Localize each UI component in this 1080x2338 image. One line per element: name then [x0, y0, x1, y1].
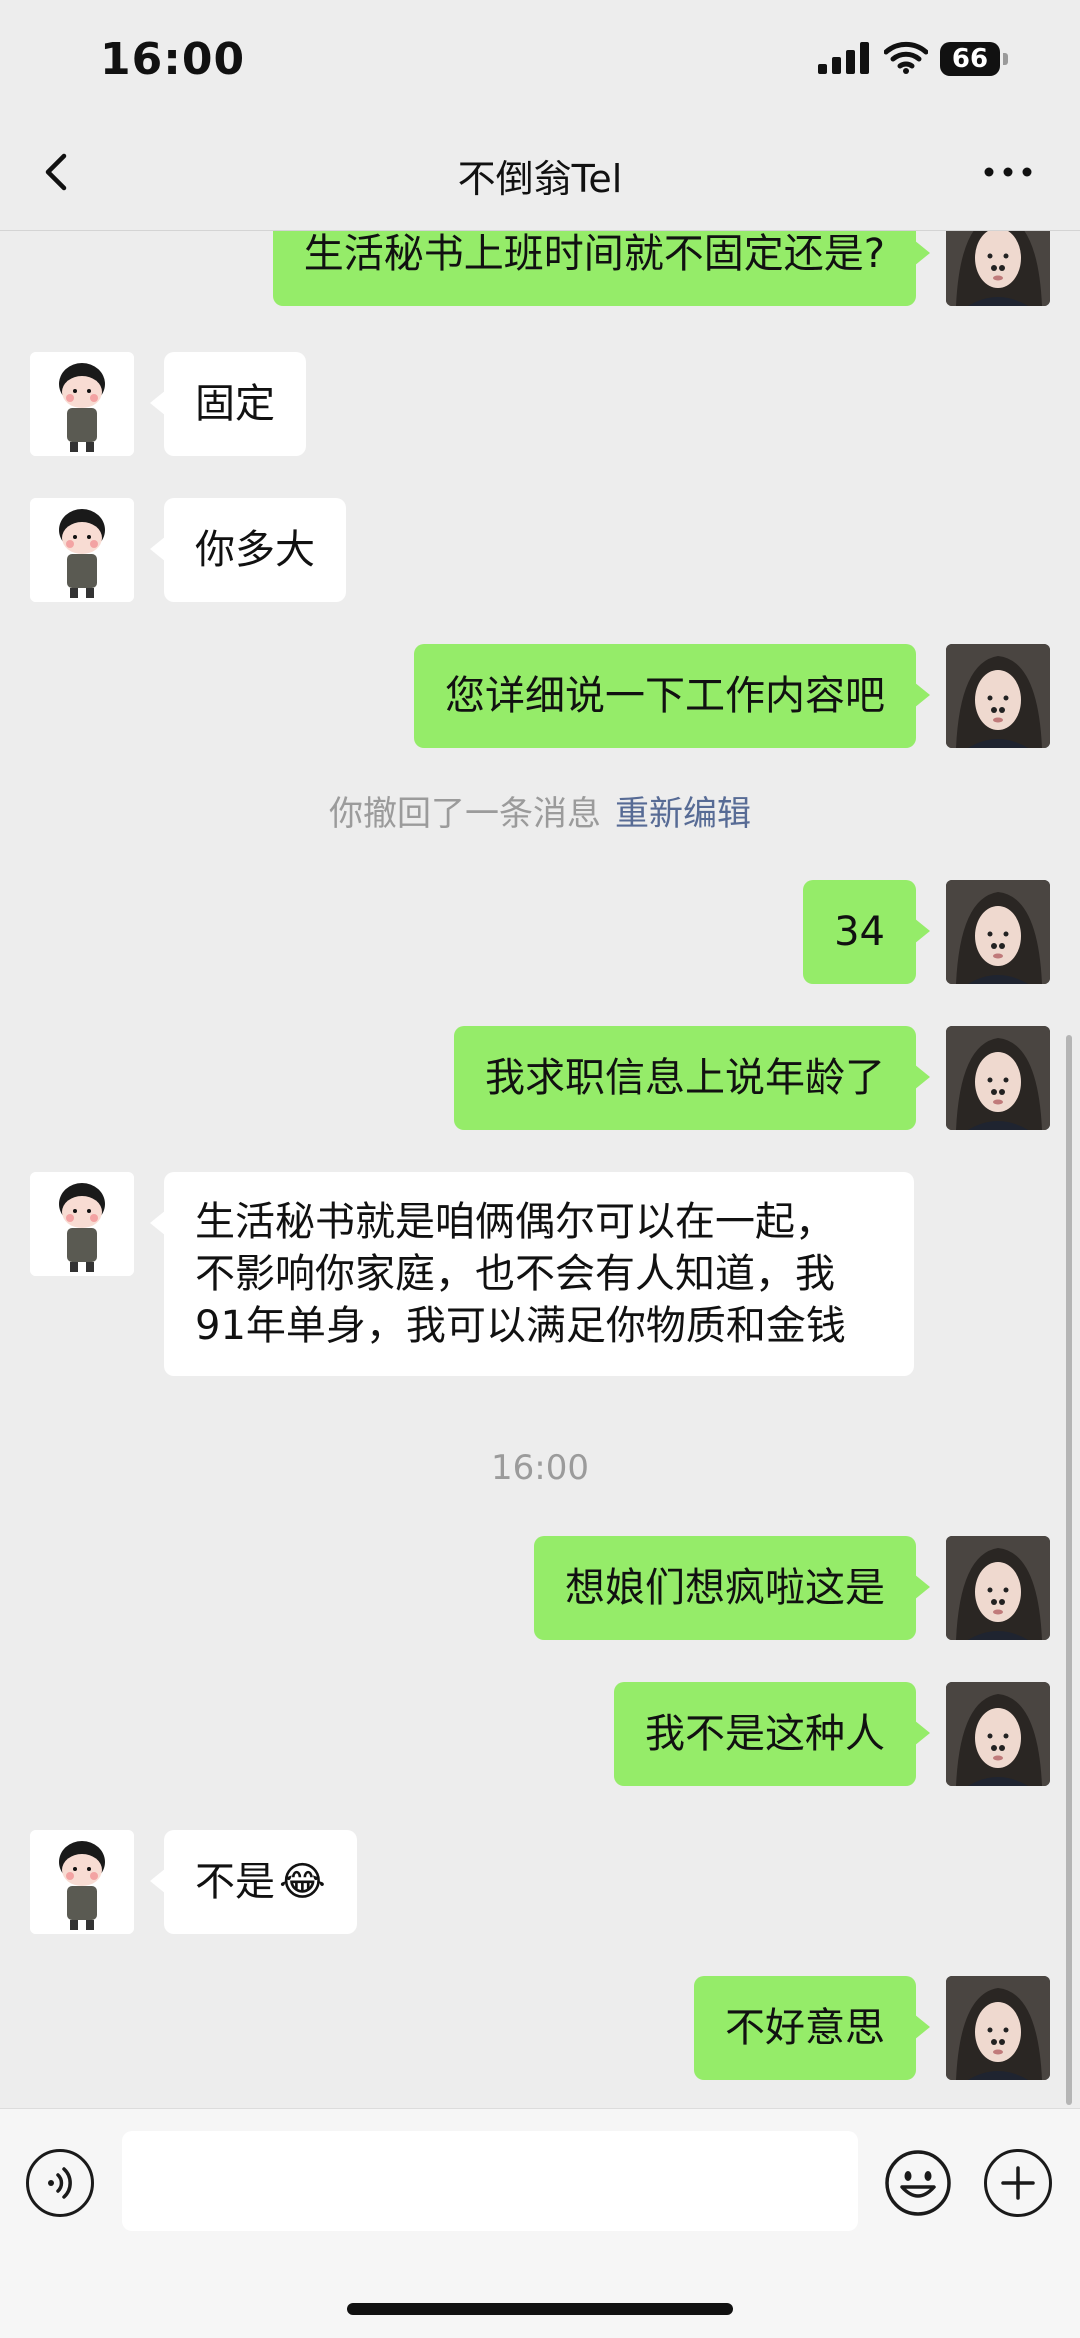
contact-avatar[interactable]	[30, 1172, 134, 1276]
contact-avatar[interactable]	[30, 1830, 134, 1934]
recall-notice: 你撤回了一条消息 重新编辑	[0, 786, 1080, 835]
my-avatar[interactable]	[946, 1536, 1050, 1640]
timestamp: 16:00	[491, 1448, 589, 1488]
avatar-cartoon-icon	[30, 1830, 134, 1934]
voice-icon	[48, 2167, 72, 2199]
laughing-crying-emoji: 😂	[279, 1859, 326, 1905]
received-bubble[interactable]: 不是 😂	[150, 1830, 357, 1934]
avatar-woman-icon	[946, 1536, 1050, 1640]
message-text: 不是	[195, 1859, 275, 1905]
message-line: 不影响你家庭，也不会有人知道，我	[195, 1251, 835, 1297]
message-text: 我求职信息上说年龄了	[485, 1055, 885, 1101]
sent-bubble[interactable]: 想娘们想疯啦这是	[534, 1536, 930, 1640]
message-text: 想娘们想疯啦这是	[565, 1565, 885, 1611]
avatar-woman-icon	[946, 880, 1050, 984]
recall-text: 你撤回了一条消息	[329, 794, 601, 834]
sent-bubble[interactable]: 生活秘书上班时间就不固定还是?	[272, 230, 931, 306]
message-text: 34	[834, 909, 885, 955]
more-icon[interactable]	[980, 152, 1040, 192]
avatar-cartoon-icon	[30, 498, 134, 602]
avatar-woman-icon	[946, 230, 1050, 306]
avatar-cartoon-icon	[30, 1172, 134, 1276]
message-text: 我不是这种人	[645, 1711, 885, 1757]
message-text: 生活秘书上班时间就不固定还是?	[303, 231, 885, 277]
chat-area[interactable]: 生活秘书上班时间就不固定还是? 固定 你多大 您详细说一下工作内容吧 你撤回了一…	[0, 230, 1080, 2108]
wifi-icon	[884, 41, 928, 74]
status-time: 16:00	[100, 34, 246, 85]
home-indicator	[347, 2303, 733, 2315]
battery-cap	[1003, 53, 1008, 65]
message-text: 不好意思	[725, 2005, 885, 2051]
my-avatar[interactable]	[946, 644, 1050, 748]
plus-icon	[1001, 2166, 1035, 2200]
message-input[interactable]	[122, 2131, 858, 2231]
avatar-cartoon-icon	[30, 352, 134, 456]
received-bubble[interactable]: 你多大	[150, 498, 346, 602]
battery-icon: 66	[940, 42, 1000, 76]
received-bubble[interactable]: 生活秘书就是咱俩偶尔可以在一起， 不影响你家庭，也不会有人知道，我 91年单身，…	[150, 1172, 914, 1376]
voice-button[interactable]	[26, 2149, 94, 2217]
cellular-signal-icon	[818, 42, 869, 74]
avatar-woman-icon	[946, 1026, 1050, 1130]
my-avatar[interactable]	[946, 1026, 1050, 1130]
emoji-icon[interactable]	[884, 2149, 952, 2217]
avatar-woman-icon	[946, 1682, 1050, 1786]
my-avatar[interactable]	[946, 1682, 1050, 1786]
contact-avatar[interactable]	[30, 498, 134, 602]
status-bar: 16:00 66	[0, 0, 1080, 120]
plus-button[interactable]	[984, 2149, 1052, 2217]
message-text: 固定	[195, 381, 275, 427]
my-avatar[interactable]	[946, 230, 1050, 306]
message-text: 你多大	[195, 527, 315, 573]
scrollbar[interactable]	[1066, 1035, 1072, 2105]
chat-title: 不倒翁Tel	[457, 157, 623, 201]
message-text: 您详细说一下工作内容吧	[445, 673, 885, 719]
message-line: 生活秘书就是咱俩偶尔可以在一起，	[195, 1199, 835, 1245]
chat-header: 不倒翁Tel	[0, 120, 1080, 231]
sent-bubble[interactable]: 34	[803, 880, 930, 984]
sent-bubble[interactable]: 您详细说一下工作内容吧	[414, 644, 930, 748]
received-bubble[interactable]: 固定	[150, 352, 306, 456]
message-line: 91年单身，我可以满足你物质和金钱	[195, 1303, 846, 1349]
sent-bubble[interactable]: 不好意思	[694, 1976, 930, 2080]
my-avatar[interactable]	[946, 880, 1050, 984]
avatar-woman-icon	[946, 1976, 1050, 2080]
battery-level: 66	[951, 44, 989, 74]
my-avatar[interactable]	[946, 1976, 1050, 2080]
contact-avatar[interactable]	[30, 352, 134, 456]
sent-bubble[interactable]: 我求职信息上说年龄了	[454, 1026, 930, 1130]
sent-bubble[interactable]: 我不是这种人	[614, 1682, 930, 1786]
reedit-link[interactable]: 重新编辑	[615, 794, 751, 834]
avatar-woman-icon	[946, 644, 1050, 748]
